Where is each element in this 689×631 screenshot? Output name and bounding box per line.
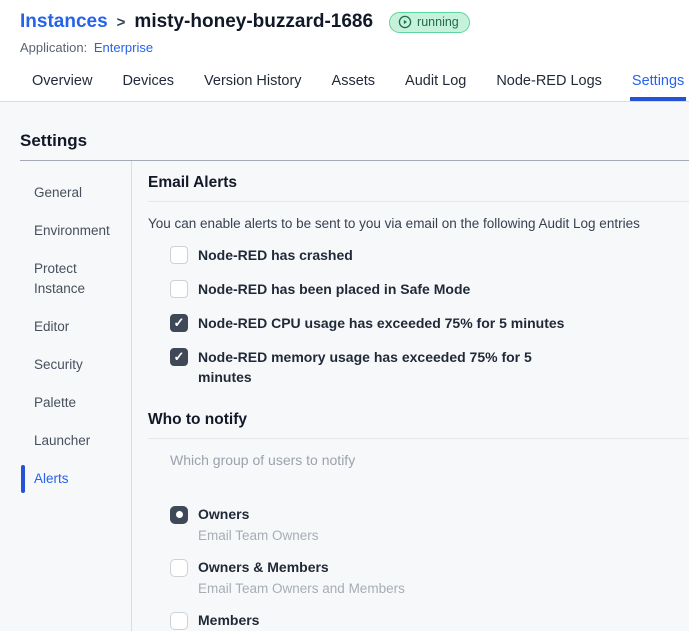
checkbox-label: Node-RED has been placed in Safe Mode [198, 281, 471, 297]
tab-node-red-logs[interactable]: Node-RED Logs [494, 68, 604, 101]
status-badge: running [389, 11, 470, 33]
email-alerts-title: Email Alerts [148, 174, 238, 191]
sidebar-item-palette[interactable]: Palette [20, 384, 131, 422]
email-alerts-description: You can enable alerts to be sent to you … [148, 216, 640, 231]
checkbox-label: Node-RED has crashed [198, 247, 353, 263]
notify-option-owners-members[interactable]: Owners & Members Email Team Owners and M… [170, 558, 689, 596]
radio-owners[interactable] [170, 505, 188, 524]
application-link[interactable]: Enterprise [94, 40, 153, 55]
application-row: Application: Enterprise [20, 40, 669, 55]
tab-overview[interactable]: Overview [30, 68, 94, 101]
notify-option-members[interactable]: Members Email Team Members [170, 611, 689, 631]
sidebar-item-general[interactable]: General [20, 174, 131, 212]
settings-page-title: Settings [20, 131, 88, 150]
settings-columns: General Environment Protect Instance Edi… [20, 161, 689, 631]
instance-tabs: Overview Devices Version History Assets … [0, 68, 689, 102]
page-header: Instances > misty-honey-buzzard-1686 run… [0, 0, 689, 55]
breadcrumb-separator: > [116, 13, 126, 31]
status-badge-label: running [417, 15, 459, 29]
tab-audit-log[interactable]: Audit Log [403, 68, 468, 101]
sidebar-item-launcher[interactable]: Launcher [20, 422, 131, 460]
email-alerts-divider [148, 201, 689, 202]
sidebar-item-protect-instance[interactable]: Protect Instance [20, 250, 131, 308]
checkbox-crashed[interactable] [170, 245, 188, 264]
notify-option-owners[interactable]: Owners Email Team Owners [170, 505, 689, 543]
radio-label: Members [198, 612, 260, 628]
alert-option-cpu[interactable]: Node-RED CPU usage has exceeded 75% for … [170, 313, 689, 333]
instance-settings-page: Instances > misty-honey-buzzard-1686 run… [0, 0, 689, 631]
radio-label: Owners & Members [198, 559, 329, 575]
checkbox-label: Node-RED memory usage has exceeded 75% f… [198, 349, 532, 385]
radio-members[interactable] [170, 611, 188, 630]
who-to-notify-note: Which group of users to notify [170, 452, 356, 468]
tab-settings[interactable]: Settings [629, 68, 687, 101]
who-to-notify-divider [148, 438, 689, 439]
checkbox-cpu[interactable] [170, 313, 188, 332]
alert-option-memory[interactable]: Node-RED memory usage has exceeded 75% f… [170, 347, 689, 387]
radio-label: Owners [198, 506, 250, 522]
play-circle-icon [398, 15, 412, 29]
breadcrumb: Instances > misty-honey-buzzard-1686 run… [20, 11, 669, 33]
checkbox-memory[interactable] [170, 347, 188, 366]
application-label: Application: [20, 40, 88, 55]
checkbox-safe-mode[interactable] [170, 279, 188, 298]
radio-sublabel: Email Team Owners [198, 528, 319, 543]
sidebar-item-security[interactable]: Security [20, 346, 131, 384]
tab-version-history[interactable]: Version History [202, 68, 304, 101]
radio-owners-members[interactable] [170, 558, 188, 577]
breadcrumb-instances-link[interactable]: Instances [20, 11, 108, 33]
who-to-notify-section: Who to notify Which group of users to no… [148, 411, 689, 631]
sidebar-item-environment[interactable]: Environment [20, 212, 131, 250]
alert-option-crashed[interactable]: Node-RED has crashed [170, 245, 689, 265]
checkbox-label: Node-RED CPU usage has exceeded 75% for … [198, 315, 565, 331]
settings-content: Settings General Environment Protect Ins… [0, 102, 689, 631]
radio-sublabel: Email Team Owners and Members [198, 581, 405, 596]
notify-group-options: Owners Email Team Owners Owners & Member… [148, 505, 689, 631]
settings-sidebar: General Environment Protect Instance Edi… [20, 161, 132, 631]
tab-devices[interactable]: Devices [120, 68, 176, 101]
alert-option-safe-mode[interactable]: Node-RED has been placed in Safe Mode [170, 279, 689, 299]
sidebar-item-editor[interactable]: Editor [20, 308, 131, 346]
alerts-settings-panel: Email Alerts You can enable alerts to be… [132, 161, 689, 631]
tab-assets[interactable]: Assets [330, 68, 378, 101]
sidebar-item-alerts[interactable]: Alerts [20, 460, 131, 498]
who-to-notify-title: Who to notify [148, 411, 247, 428]
instance-name: misty-honey-buzzard-1686 [134, 11, 374, 32]
